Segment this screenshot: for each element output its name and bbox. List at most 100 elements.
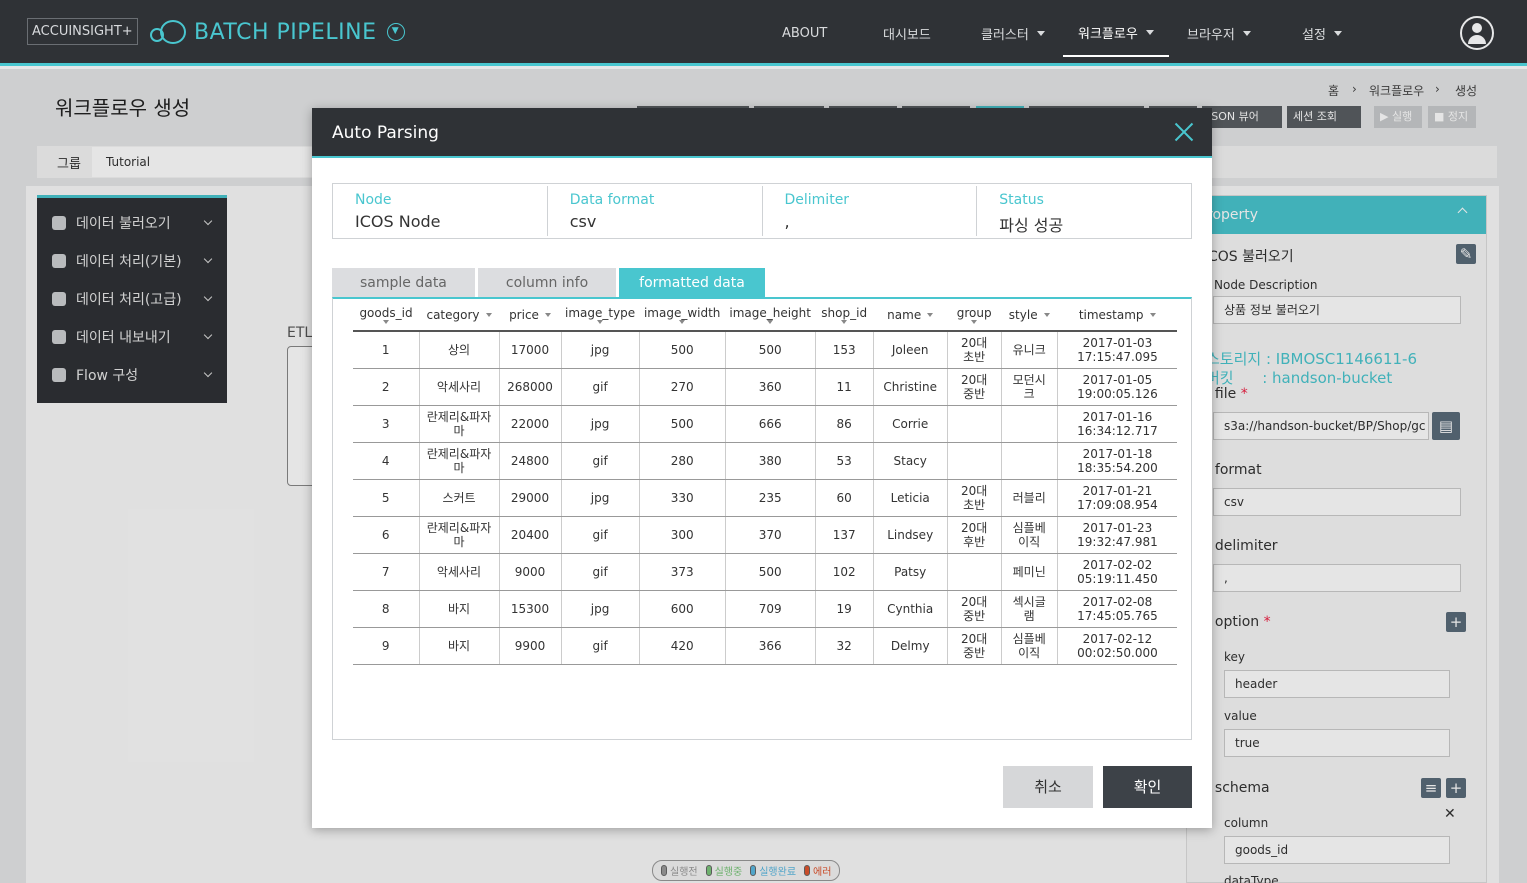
user-profile-icon[interactable]: [1460, 16, 1494, 50]
column-header-label: image_type: [565, 305, 636, 320]
table-cell: jpg: [561, 331, 640, 369]
modal-title: Auto Parsing: [332, 123, 439, 143]
table-cell: 9000: [499, 553, 562, 591]
column-header-label: name: [887, 307, 922, 322]
table-cell: 바지: [419, 590, 500, 628]
formatted-data-grid[interactable]: goods_id category price image_type image_wid…: [332, 297, 1192, 740]
nav-item-label: ABOUT: [782, 25, 828, 41]
close-icon[interactable]: [1174, 122, 1194, 142]
tab-sample-data[interactable]: sample data: [332, 268, 475, 298]
table-row[interactable]: 3 란제리&파자마 22000 jpg 500 666 86 Corrie 2017-01-16…: [353, 405, 1178, 443]
accuinsight-logo[interactable]: ACCUINSIGHT+: [27, 18, 138, 45]
table-cell: 137: [815, 516, 874, 554]
sort-arrow-icon: [1043, 313, 1050, 317]
table-row[interactable]: 5 스커트 29000 jpg 330 235 60 Leticia 20대 초반 러블리 2017…: [353, 479, 1178, 517]
info-cell: Status 파싱 성공: [977, 186, 1191, 236]
table-cell: 유니크: [1001, 331, 1058, 369]
column-header-label: price: [509, 307, 539, 322]
table-cell: 란제리&파자마: [419, 405, 500, 443]
table-cell: 2017-01-23 19:32:47.981: [1057, 516, 1178, 554]
sort-arrow-icon: [927, 313, 934, 317]
column-header[interactable]: goods_id: [353, 299, 419, 332]
nav-item-5[interactable]: 설정: [1302, 0, 1342, 66]
column-header[interactable]: style: [1001, 299, 1058, 332]
table-cell: gif: [561, 627, 640, 665]
table-cell: 2017-02-02 05:19:11.450: [1057, 553, 1178, 591]
table-cell: 29000: [499, 479, 562, 517]
brand-dropdown-icon[interactable]: ▼: [386, 23, 405, 41]
column-header-label: group: [956, 305, 992, 320]
brand-title[interactable]: BATCH PIPELINE ▼: [150, 14, 405, 50]
table-cell: 153: [815, 331, 874, 369]
table-cell: 330: [639, 479, 726, 517]
info-cell: Node ICOS Node: [333, 186, 548, 236]
nav-item-2[interactable]: 클러스터: [981, 0, 1045, 66]
column-header[interactable]: timestamp: [1057, 299, 1178, 332]
tab-column-info[interactable]: column info: [477, 268, 617, 298]
nav-item-label: 브라우저: [1187, 27, 1235, 43]
column-header[interactable]: image_height: [725, 299, 816, 332]
pipeline-icon: [150, 18, 190, 46]
nav-item-4[interactable]: 브라우저: [1187, 0, 1251, 66]
table-cell: 86: [815, 405, 874, 443]
chevron-down-icon: [1333, 30, 1342, 36]
confirm-button[interactable]: 확인: [1103, 766, 1192, 808]
table-cell: 15300: [499, 590, 562, 628]
table-cell: 심플베이직: [1001, 627, 1058, 665]
table-row[interactable]: 9 바지 9900 gif 420 366 32 Delmy 20대 중반 심플베이직 2017-0…: [353, 627, 1178, 665]
table-cell: 2017-01-03 17:15:47.095: [1057, 331, 1178, 369]
table-cell: 270: [639, 368, 726, 406]
info-value: ,: [784, 212, 790, 231]
table-row[interactable]: 1 상의 17000 jpg 500 500 153 Joleen 20대 초반 유니크 2017-…: [353, 331, 1178, 369]
table-cell: 2: [353, 368, 420, 406]
table-row[interactable]: 6 란제리&파자마 20400 gif 300 370 137 Lindsey 20대 후반 심플…: [353, 516, 1178, 554]
sort-arrow-icon: [1149, 313, 1156, 317]
nav-item-3[interactable]: 워크플로우: [1063, 9, 1169, 57]
table-row[interactable]: 7 악세사리 9000 gif 373 500 102 Patsy 페미닌 2017-02-02 …: [353, 553, 1178, 591]
table-cell: 300: [639, 516, 726, 554]
table-cell: 420: [639, 627, 726, 665]
table-cell: 러블리: [1001, 479, 1058, 517]
table-cell: 섹시글램: [1001, 590, 1058, 628]
column-header[interactable]: category: [419, 299, 499, 332]
info-label: Delimiter: [784, 192, 850, 208]
table-cell: 11: [815, 368, 874, 406]
table-cell: 19: [815, 590, 874, 628]
column-header[interactable]: image_type: [561, 299, 640, 332]
sort-arrow-icon: [679, 319, 686, 324]
table-row[interactable]: 4 란제리&파자마 24800 gif 280 380 53 Stacy 2017-01-18 …: [353, 442, 1178, 480]
table-cell: 20대 초반: [947, 331, 1002, 369]
data-table: goods_id category price image_type image_wid…: [353, 299, 1178, 665]
sort-arrow-icon: [485, 313, 492, 317]
table-cell: 366: [725, 627, 816, 665]
modal-header: Auto Parsing: [312, 108, 1212, 158]
table-cell: [1001, 405, 1058, 443]
table-row[interactable]: 2 악세사리 268000 gif 270 360 11 Christine 20대 중반 모던시…: [353, 368, 1178, 406]
column-header[interactable]: image_width: [639, 299, 726, 332]
chevron-down-icon: [1036, 30, 1045, 36]
table-cell: [1001, 442, 1058, 480]
column-header[interactable]: shop_id: [815, 299, 874, 332]
column-header[interactable]: price: [499, 299, 561, 332]
table-cell: 20대 후반: [947, 516, 1002, 554]
table-cell: 9: [353, 627, 420, 665]
table-cell: Patsy: [873, 553, 948, 591]
auto-parsing-modal: Auto Parsing Node ICOS Node Data format csv…: [312, 108, 1212, 828]
tab-formatted-data[interactable]: formatted data: [619, 268, 765, 298]
table-cell: 8: [353, 590, 420, 628]
table-cell: 상의: [419, 331, 500, 369]
cancel-button[interactable]: 취소: [1003, 766, 1093, 808]
nav-item-0[interactable]: ABOUT: [782, 0, 827, 66]
nav-item-1[interactable]: 대시보드: [883, 0, 931, 66]
table-cell: Christine: [873, 368, 948, 406]
table-cell: 53: [815, 442, 874, 480]
parsing-info: Node ICOS Node Data format csv Delimiter, Sta…: [332, 183, 1192, 239]
column-header[interactable]: group: [947, 299, 1002, 332]
table-cell: [947, 553, 1002, 591]
column-header[interactable]: name: [873, 299, 948, 332]
table-cell: Delmy: [873, 627, 948, 665]
top-navigation-bar: ACCUINSIGHT+ BATCH PIPELINE ▼ ABOUT 대시보드 클…: [0, 0, 1527, 66]
table-cell: jpg: [561, 479, 640, 517]
table-row[interactable]: 8 바지 15300 jpg 600 709 19 Cynthia 20대 중반 섹시글램 2017…: [353, 590, 1178, 628]
table-cell: 500: [725, 331, 816, 369]
